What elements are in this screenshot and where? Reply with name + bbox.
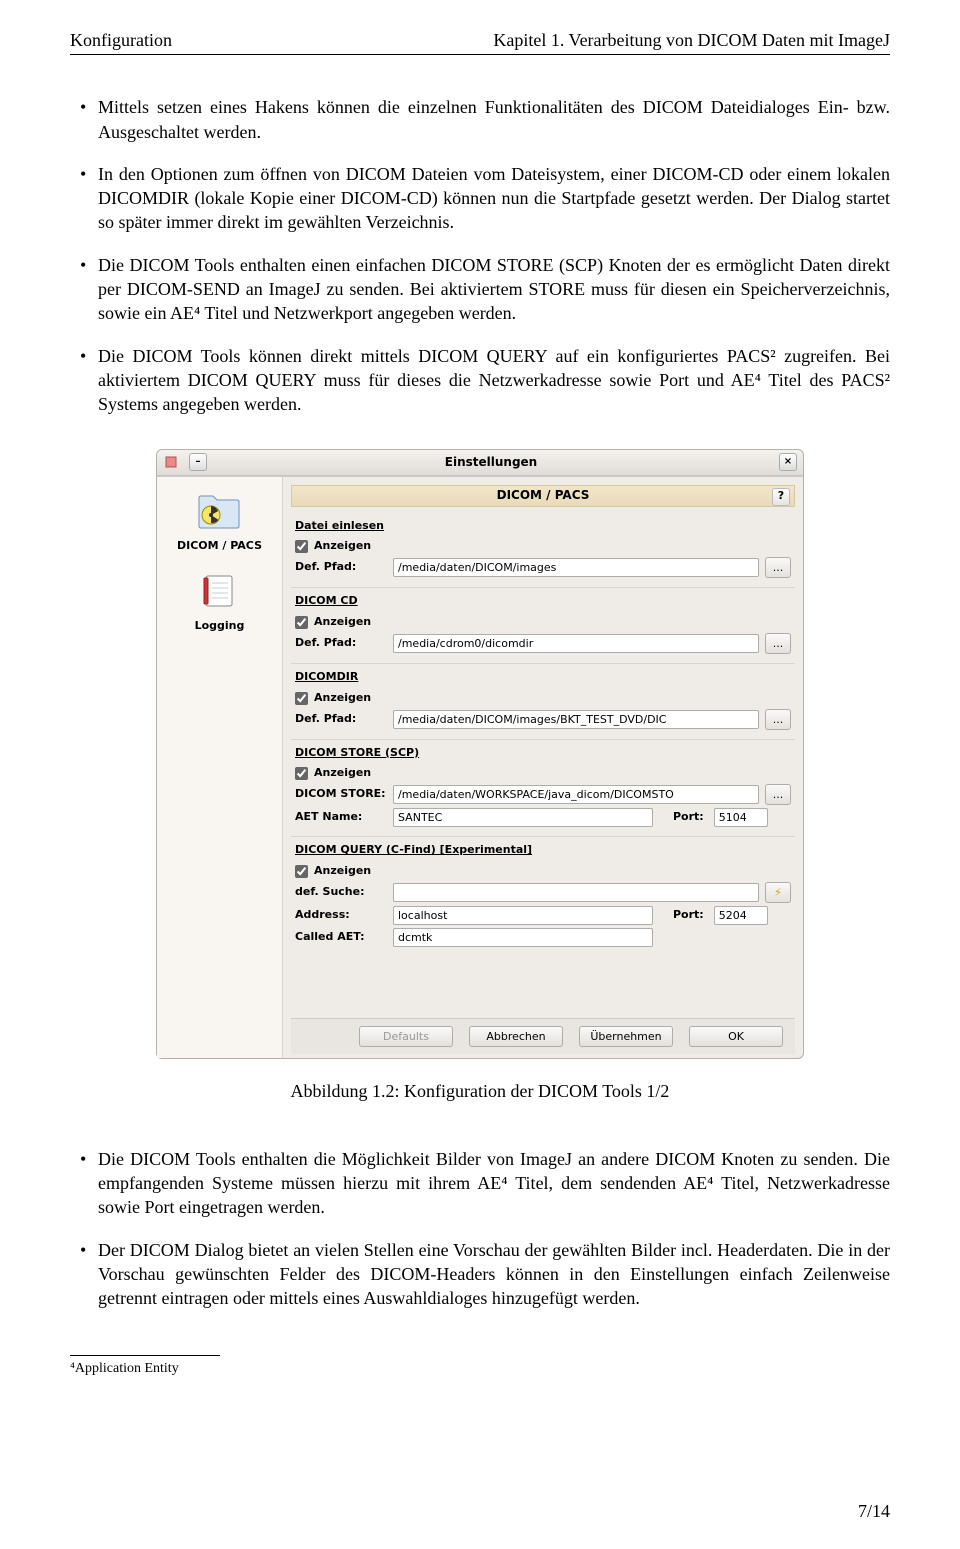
path-label: Def. Pfad: (295, 636, 387, 651)
footnote: ⁴Application Entity (70, 1355, 220, 1379)
minimize-button[interactable]: – (189, 453, 207, 471)
bullet-list-top: Mittels setzen eines Hakens können die e… (70, 95, 890, 416)
preferences-window: – Einstellungen × (156, 449, 804, 1059)
port-input[interactable] (714, 808, 768, 827)
aet-label: AET Name: (295, 810, 387, 825)
group-title: DICOM CD (295, 594, 791, 609)
show-checkbox[interactable] (295, 865, 308, 878)
show-checkbox[interactable] (295, 767, 308, 780)
config-figure: – Einstellungen × (70, 449, 890, 1103)
browse-button[interactable]: ... (765, 709, 791, 730)
window-icon (163, 454, 179, 470)
list-item: Die DICOM Tools enthalten die Möglichkei… (98, 1147, 890, 1220)
page-header: Konfiguration Kapitel 1. Verarbeitung vo… (70, 28, 890, 55)
dialog-button-bar: Defaults Abbrechen Übernehmen OK (291, 1018, 795, 1054)
group-title: DICOM STORE (SCP) (295, 746, 791, 761)
cancel-button[interactable]: Abbrechen (469, 1026, 563, 1047)
group-dicomdir: DICOMDIR Anzeigen Def. Pfad: ... (291, 664, 795, 740)
browse-button[interactable]: ... (765, 557, 791, 578)
checkbox-label: Anzeigen (314, 766, 371, 781)
checkbox-label: Anzeigen (314, 691, 371, 706)
group-title: DICOM QUERY (C-Find) [Experimental] (295, 843, 791, 858)
group-dicom-cd: DICOM CD Anzeigen Def. Pfad: ... (291, 588, 795, 664)
address-input[interactable] (393, 906, 653, 925)
preferences-main-panel: DICOM / PACS ? Datei einlesen Anzeigen D… (283, 477, 803, 1058)
close-button[interactable]: × (779, 453, 797, 471)
group-title: Datei einlesen (295, 519, 791, 534)
sidebar-item-dicom-pacs[interactable]: DICOM / PACS (177, 487, 262, 554)
show-checkbox[interactable] (295, 540, 308, 553)
path-input[interactable] (393, 558, 759, 577)
list-item: Die DICOM Tools enthalten einen einfache… (98, 253, 890, 326)
folder-radiation-icon (195, 487, 243, 535)
group-dicom-query: DICOM QUERY (C-Find) [Experimental] Anze… (291, 837, 795, 956)
called-aet-input[interactable] (393, 928, 653, 947)
checkbox-label: Anzeigen (314, 615, 371, 630)
checkbox-label: Anzeigen (314, 539, 371, 554)
port-label: Port: (673, 810, 704, 825)
header-right: Kapitel 1. Verarbeitung von DICOM Daten … (493, 28, 890, 52)
panel-header: DICOM / PACS ? (291, 485, 795, 507)
panel-header-label: DICOM / PACS (497, 487, 590, 503)
sidebar-item-label: Logging (195, 619, 245, 634)
list-item: Der DICOM Dialog bietet an vielen Stelle… (98, 1238, 890, 1311)
page-number: 7/14 (858, 1499, 890, 1523)
list-item: In den Optionen zum öffnen von DICOM Dat… (98, 162, 890, 235)
path-label: Def. Pfad: (295, 712, 387, 727)
window-titlebar: – Einstellungen × (157, 450, 803, 476)
show-checkbox[interactable] (295, 616, 308, 629)
browse-button[interactable]: ... (765, 633, 791, 654)
browse-button[interactable]: ... (765, 784, 791, 805)
defaults-button[interactable]: Defaults (359, 1026, 453, 1047)
port-label: Port: (673, 908, 704, 923)
sidebar-item-logging[interactable]: Logging (195, 567, 245, 634)
called-aet-label: Called AET: (295, 930, 387, 945)
store-label: DICOM STORE: (295, 787, 387, 802)
preferences-sidebar: DICOM / PACS Logging (157, 477, 283, 1058)
list-item: Mittels setzen eines Hakens können die e… (98, 95, 890, 144)
aet-input[interactable] (393, 808, 653, 827)
group-datei-einlesen: Datei einlesen Anzeigen Def. Pfad: ... (291, 513, 795, 589)
lightning-button[interactable]: ⚡ (765, 882, 791, 903)
bullet-list-bottom: Die DICOM Tools enthalten die Möglichkei… (70, 1147, 890, 1311)
store-path-input[interactable] (393, 785, 759, 804)
ok-button[interactable]: OK (689, 1026, 783, 1047)
checkbox-label: Anzeigen (314, 864, 371, 879)
header-left: Konfiguration (70, 28, 172, 52)
path-input[interactable] (393, 634, 759, 653)
apply-button[interactable]: Übernehmen (579, 1026, 673, 1047)
default-search-input[interactable] (393, 883, 759, 902)
help-button[interactable]: ? (772, 488, 790, 506)
path-label: Def. Pfad: (295, 560, 387, 575)
group-dicom-store: DICOM STORE (SCP) Anzeigen DICOM STORE: … (291, 740, 795, 838)
list-item: Die DICOM Tools können direkt mittels DI… (98, 344, 890, 417)
sidebar-item-label: DICOM / PACS (177, 539, 262, 554)
path-input[interactable] (393, 710, 759, 729)
address-label: Address: (295, 908, 387, 923)
show-checkbox[interactable] (295, 692, 308, 705)
query-port-input[interactable] (714, 906, 768, 925)
figure-caption: Abbildung 1.2: Konfiguration der DICOM T… (70, 1079, 890, 1103)
group-title: DICOMDIR (295, 670, 791, 685)
window-title: Einstellungen (207, 454, 775, 470)
notebook-icon (195, 567, 243, 615)
search-label: def. Suche: (295, 885, 387, 900)
